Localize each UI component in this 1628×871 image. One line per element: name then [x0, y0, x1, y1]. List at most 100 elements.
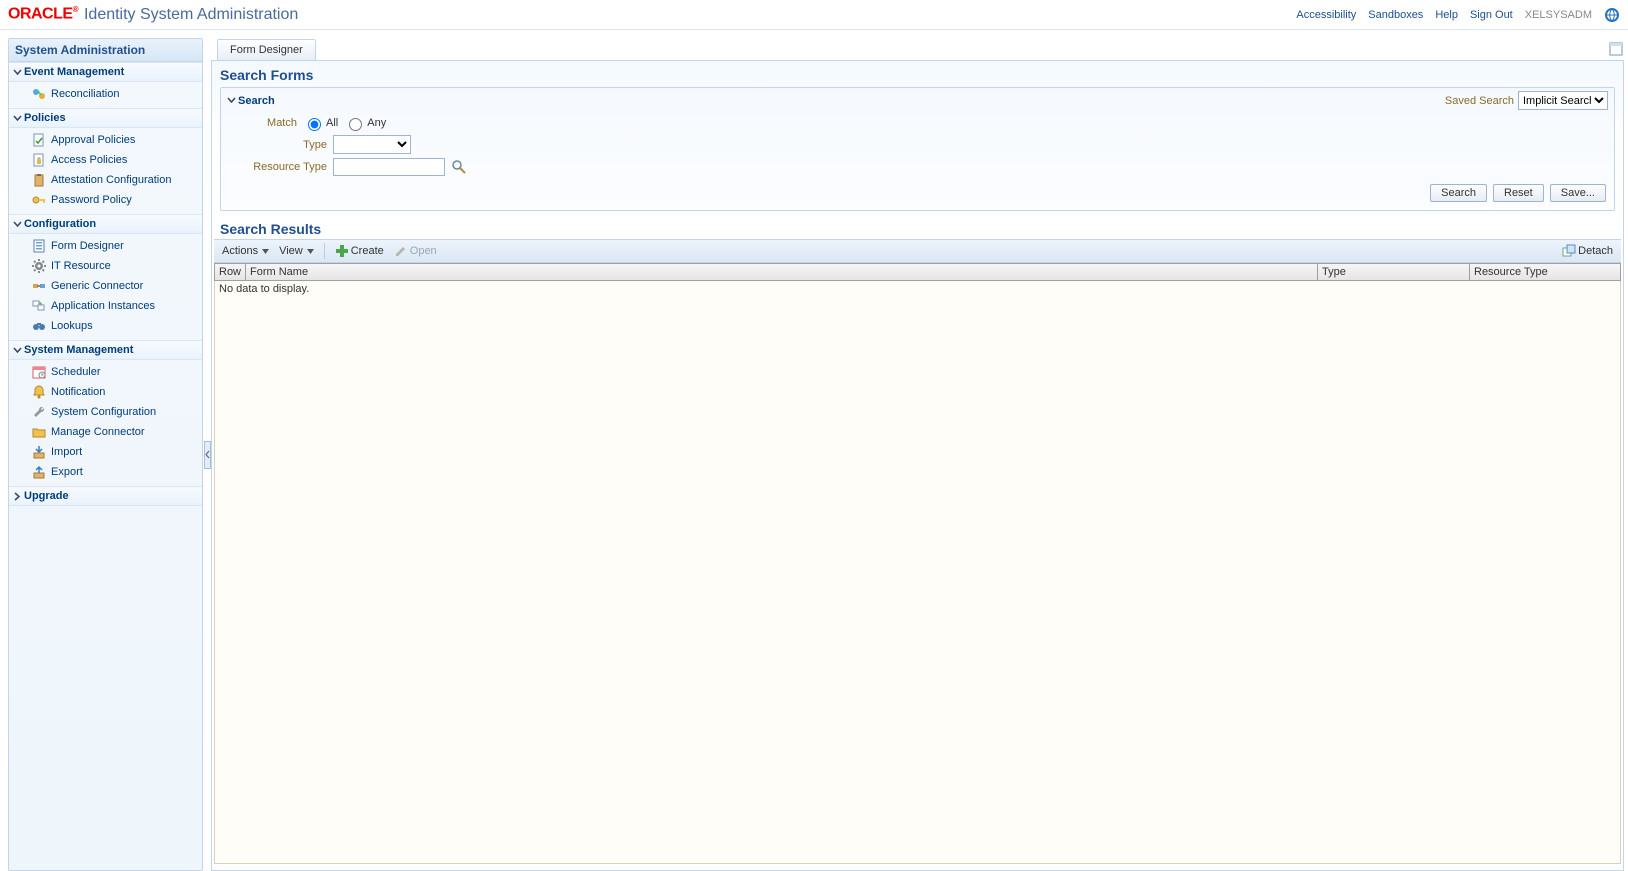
sidebar-item-label: Export: [51, 466, 83, 478]
sidebar-item-it-resource[interactable]: IT Resource: [9, 256, 202, 276]
search-section-title: Search: [238, 95, 275, 107]
folder-connector-icon: [31, 424, 47, 440]
sidebar-item-label: Approval Policies: [51, 134, 135, 146]
results-title: Search Results: [212, 217, 1623, 239]
sidebar-item-label: Notification: [51, 386, 105, 398]
tab-strip: Form Designer: [211, 38, 1624, 60]
match-any-radio[interactable]: [349, 118, 362, 131]
sidebar-item-manage-connector[interactable]: Manage Connector: [9, 422, 202, 442]
match-all-radio[interactable]: [308, 118, 321, 131]
match-label: Match: [247, 117, 297, 129]
plus-icon: [335, 244, 349, 258]
grid-body: No data to display.: [214, 281, 1621, 864]
connector-icon: [31, 278, 47, 294]
globe-icon[interactable]: [1604, 7, 1620, 23]
maximize-icon[interactable]: [1608, 41, 1624, 57]
sidebar-item-label: Password Policy: [51, 194, 132, 206]
app-instances-icon: [31, 298, 47, 314]
import-icon: [31, 444, 47, 460]
sidebar-item-form-designer[interactable]: Form Designer: [9, 236, 202, 256]
wrench-icon: [31, 404, 47, 420]
toolbar-separator: [324, 243, 325, 259]
sidebar-item-reconciliation[interactable]: Reconciliation: [9, 84, 202, 104]
sidebar-title: System Administration: [9, 39, 202, 62]
empty-message: No data to display.: [219, 283, 309, 295]
sidebar-item-password-policy[interactable]: Password Policy: [9, 190, 202, 210]
resource-type-input[interactable]: [333, 158, 445, 176]
search-button[interactable]: Search: [1430, 184, 1487, 202]
export-icon: [31, 464, 47, 480]
group-event-management[interactable]: Event Management: [9, 62, 202, 82]
group-upgrade[interactable]: Upgrade: [9, 486, 202, 506]
splitter[interactable]: [203, 38, 211, 871]
sidebar-item-attestation-configuration[interactable]: Attestation Configuration: [9, 170, 202, 190]
chevron-down-icon[interactable]: [227, 96, 236, 105]
dropdown-icon: [262, 248, 269, 255]
sidebar-item-label: Import: [51, 446, 82, 458]
collapse-sidebar-button[interactable]: [204, 441, 211, 469]
create-button[interactable]: Create: [331, 242, 388, 260]
col-resource-type[interactable]: Resource Type: [1470, 264, 1620, 280]
link-sandboxes[interactable]: Sandboxes: [1368, 9, 1423, 21]
match-any-label: Any: [367, 117, 386, 129]
app-title: Identity System Administration: [84, 6, 298, 24]
link-signout[interactable]: Sign Out: [1470, 9, 1513, 21]
sidebar-item-label: Scheduler: [51, 366, 101, 378]
chevron-down-icon: [13, 220, 22, 229]
sidebar-item-export[interactable]: Export: [9, 462, 202, 482]
lock-doc-icon: [31, 152, 47, 168]
oracle-logo: ORACLE®: [8, 5, 78, 23]
tab-form-designer[interactable]: Form Designer: [217, 39, 316, 60]
detach-button[interactable]: Detach: [1558, 242, 1617, 260]
sidebar-item-scheduler[interactable]: Scheduler: [9, 362, 202, 382]
gear-icon: [31, 258, 47, 274]
header-links: Accessibility Sandboxes Help Sign Out XE…: [1296, 7, 1620, 23]
sidebar-item-notification[interactable]: Notification: [9, 382, 202, 402]
sidebar-item-label: Generic Connector: [51, 280, 143, 292]
bell-icon: [31, 384, 47, 400]
sidebar: System Administration Event Management R…: [8, 38, 203, 871]
chevron-right-icon: [13, 492, 22, 501]
sidebar-item-label: Form Designer: [51, 240, 124, 252]
link-accessibility[interactable]: Accessibility: [1296, 9, 1356, 21]
doc-check-icon: [31, 132, 47, 148]
sidebar-item-application-instances[interactable]: Application Instances: [9, 296, 202, 316]
sidebar-item-label: Lookups: [51, 320, 93, 332]
lookup-icon[interactable]: [451, 159, 467, 175]
chevron-down-icon: [13, 114, 22, 123]
open-button[interactable]: Open: [390, 242, 441, 260]
type-select[interactable]: [333, 135, 411, 154]
sidebar-item-lookups[interactable]: Lookups: [9, 316, 202, 336]
saved-search-label: Saved Search: [1445, 95, 1514, 107]
sidebar-item-import[interactable]: Import: [9, 442, 202, 462]
sidebar-item-access-policies[interactable]: Access Policies: [9, 150, 202, 170]
match-all-label: All: [326, 117, 338, 129]
key-icon: [31, 192, 47, 208]
pencil-icon: [394, 244, 408, 258]
chevron-down-icon: [13, 346, 22, 355]
reset-button[interactable]: Reset: [1493, 184, 1544, 202]
page-title: Search Forms: [212, 61, 1623, 87]
group-system-management[interactable]: System Management: [9, 340, 202, 360]
link-help[interactable]: Help: [1435, 9, 1458, 21]
group-configuration[interactable]: Configuration: [9, 214, 202, 234]
col-form-name[interactable]: Form Name: [246, 264, 1318, 280]
sidebar-item-system-configuration[interactable]: System Configuration: [9, 402, 202, 422]
dropdown-icon: [307, 248, 314, 255]
sidebar-item-label: System Configuration: [51, 406, 156, 418]
group-label: Policies: [24, 112, 66, 124]
view-menu[interactable]: View: [275, 243, 318, 259]
sidebar-item-label: Attestation Configuration: [51, 174, 171, 186]
actions-menu[interactable]: Actions: [218, 243, 273, 259]
sidebar-item-generic-connector[interactable]: Generic Connector: [9, 276, 202, 296]
save-button[interactable]: Save...: [1550, 184, 1606, 202]
saved-search-select[interactable]: Implicit Search: [1518, 91, 1608, 110]
col-type[interactable]: Type: [1318, 264, 1470, 280]
chevron-down-icon: [13, 68, 22, 77]
group-label: Configuration: [24, 218, 96, 230]
col-row[interactable]: Row: [215, 264, 246, 280]
sidebar-item-label: Access Policies: [51, 154, 127, 166]
sidebar-item-approval-policies[interactable]: Approval Policies: [9, 130, 202, 150]
group-policies[interactable]: Policies: [9, 108, 202, 128]
search-panel: Search Saved Search Implicit Search Matc…: [220, 87, 1615, 211]
